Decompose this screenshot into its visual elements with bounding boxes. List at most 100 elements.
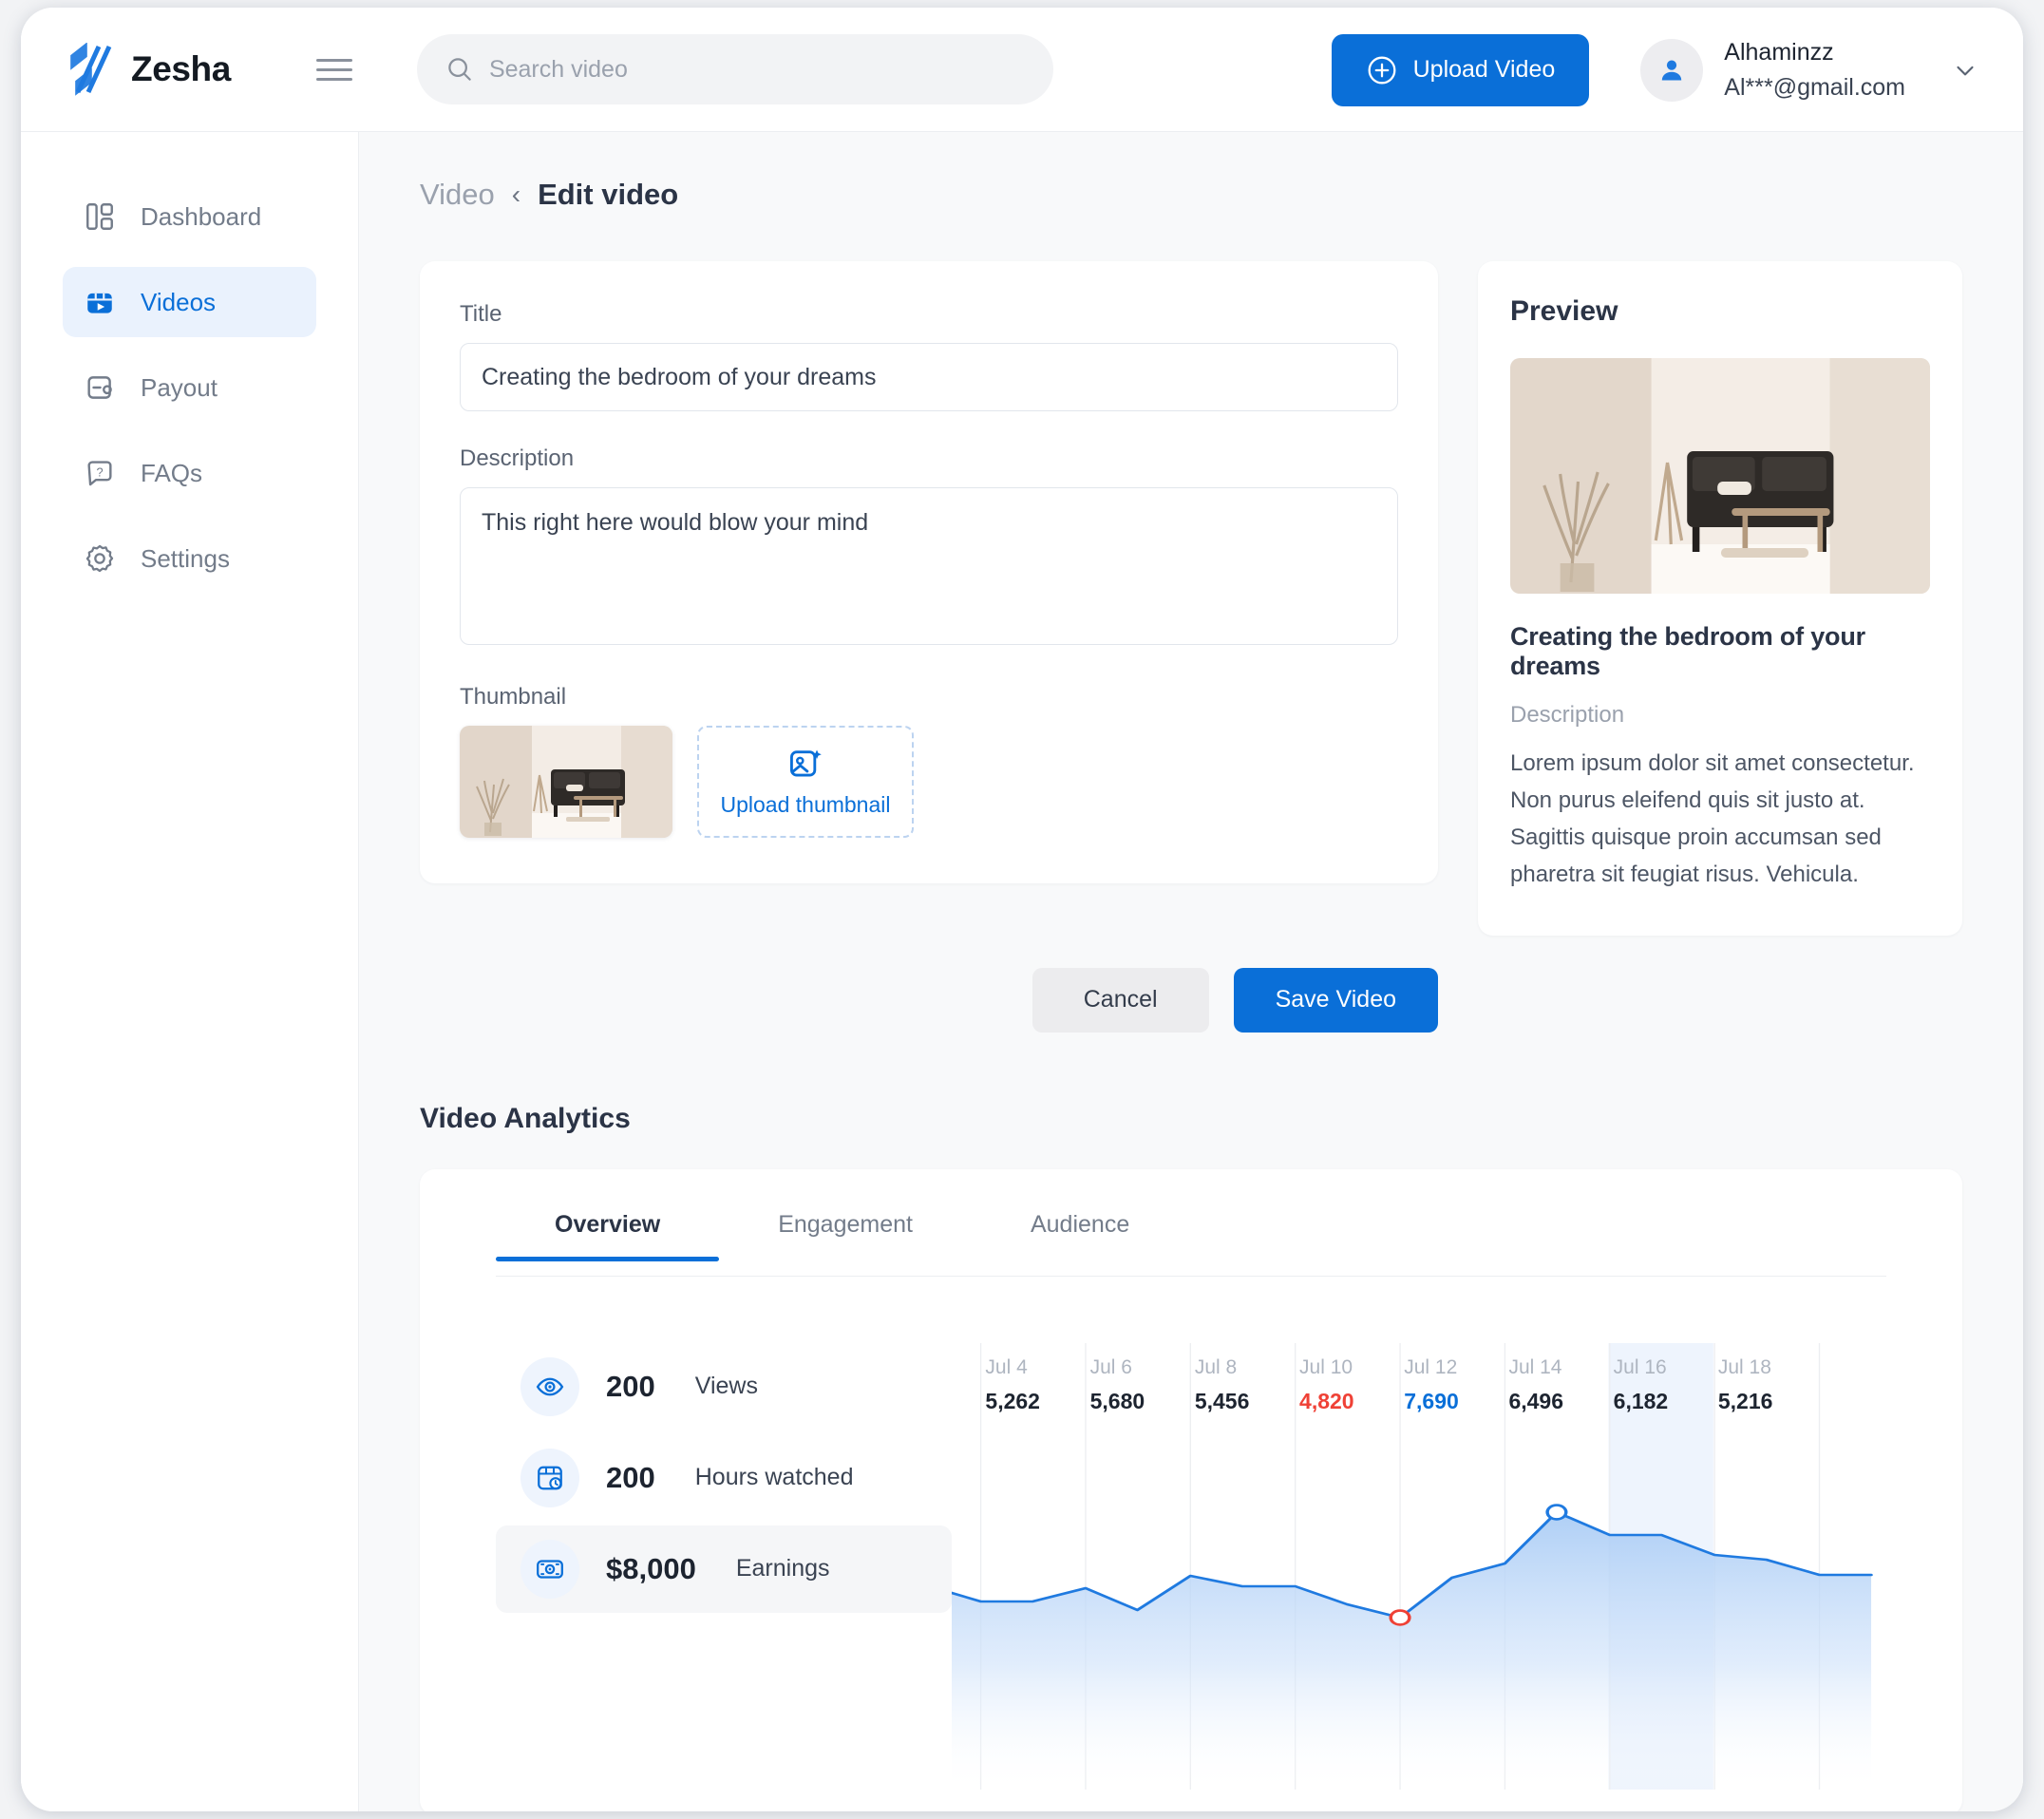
video-icon [87, 293, 112, 313]
metric-value: 200 [606, 1369, 655, 1403]
preview-description-text: Lorem ipsum dolor sit amet consectetur. … [1510, 750, 1915, 887]
chart-value: 5,216 [1717, 1388, 1773, 1413]
metrics-list: 200 Views 200 Hours watched $8,000 Earni… [420, 1343, 952, 1790]
avatar[interactable] [1640, 38, 1704, 102]
metric-label: Hours watched [694, 1464, 854, 1490]
metric-value: 200 [606, 1460, 655, 1494]
chart-value: 5,680 [1089, 1388, 1145, 1413]
sidebar-item-label: Payout [141, 372, 218, 402]
user-email: Al***@gmail.com [1724, 73, 1905, 101]
tab-engagement[interactable]: Engagement [719, 1211, 972, 1261]
question-bubble-icon: ? [87, 461, 112, 486]
thumbnail-preview-image[interactable] [460, 726, 672, 838]
title-input[interactable] [460, 343, 1398, 411]
chart-column-jul-10: Jul 10 4,820 [1299, 1355, 1354, 1413]
breadcrumb: Video ‹ Edit video [420, 178, 1962, 212]
zesha-logo-icon [70, 43, 112, 96]
sidebar: Dashboard Videos Payout ? FAQs Settings [21, 132, 359, 1811]
chart-column-jul-16: Jul 16 6,182 [1613, 1355, 1669, 1413]
upload-video-button[interactable]: Upload Video [1331, 33, 1590, 106]
description-input[interactable]: This right here would blow your mind [460, 487, 1398, 645]
sidebar-item-dashboard[interactable]: Dashboard [63, 181, 316, 252]
breadcrumb-separator-icon: ‹ [511, 180, 521, 209]
sidebar-item-label: Videos [141, 287, 217, 316]
eye-icon-wrap [520, 1356, 579, 1416]
sidebar-item-payout[interactable]: Payout [63, 352, 316, 423]
form-actions: Cancel Save Video [420, 967, 1438, 1033]
title-label: Title [460, 301, 502, 327]
chart-column-labels: Jul 4 5,262 Jul 6 5,680 Jul 8 5,456 Jul … [952, 1343, 1886, 1790]
upload-thumbnail-button[interactable]: Upload thumbnail [697, 726, 914, 838]
app-header: Zesha Upload Video [21, 8, 2023, 132]
preview-panel: Preview Creating the bedroom of your dre… [1478, 261, 1962, 936]
save-video-button[interactable]: Save Video [1233, 967, 1438, 1033]
user-name: Alhaminzz [1724, 39, 1834, 66]
sidebar-item-label: FAQs [141, 458, 203, 487]
chart-value: 6,182 [1613, 1388, 1669, 1413]
metric-label: Views [694, 1373, 758, 1399]
hamburger-icon[interactable] [315, 52, 352, 87]
analytics-body: 200 Views 200 Hours watched $8,000 Earni… [420, 1342, 1962, 1790]
thumbnail-field-group: Thumbnail Upload thumbnail [460, 684, 1398, 838]
analytics-tabs: Overview Engagement Audience [420, 1211, 1962, 1261]
dashboard-icon [86, 203, 113, 230]
chart-column-jul-14: Jul 14 6,496 [1508, 1355, 1564, 1413]
room-photo-icon [460, 726, 672, 838]
sidebar-item-label: Settings [141, 543, 230, 573]
brand-name: Zesha [131, 49, 231, 88]
tab-overview[interactable]: Overview [496, 1211, 720, 1261]
thumbnail-label: Thumbnail [460, 684, 567, 710]
preview-description-label: Description [1510, 702, 1625, 728]
chevron-down-icon[interactable] [1951, 56, 1979, 85]
cancel-button[interactable]: Cancel [1031, 967, 1209, 1033]
app-window: Zesha Upload Video [21, 8, 2023, 1811]
money-icon [537, 1559, 563, 1579]
breadcrumb-parent[interactable]: Video [420, 178, 495, 212]
sidebar-item-label: Dashboard [141, 201, 262, 231]
sidebar-item-settings[interactable]: Settings [63, 523, 316, 594]
views-area-chart: Jul 4 5,262 Jul 6 5,680 Jul 8 5,456 Jul … [952, 1342, 1886, 1790]
chart-value: 7,690 [1404, 1388, 1459, 1413]
metric-views[interactable]: 200 Views [496, 1343, 952, 1431]
chart-value: 6,496 [1508, 1388, 1564, 1413]
tabs-divider [496, 1275, 1886, 1277]
gear-icon [85, 544, 114, 573]
chart-value: 5,456 [1194, 1388, 1250, 1413]
header-right-group: Upload Video Alhaminzz Al***@gmail.com [1331, 8, 1979, 132]
search-input[interactable] [488, 55, 983, 84]
search-icon [448, 58, 471, 81]
upload-video-label: Upload Video [1412, 56, 1556, 83]
chart-column-jul-4: Jul 4 5,262 [985, 1355, 1040, 1413]
analytics-heading: Video Analytics [420, 1102, 631, 1134]
money-icon-wrap [520, 1539, 579, 1599]
metric-earnings[interactable]: $8,000 Earnings [496, 1525, 952, 1613]
user-info[interactable]: Alhaminzz Al***@gmail.com [1724, 35, 1905, 104]
upload-thumbnail-label: Upload thumbnail [720, 791, 891, 817]
sidebar-item-faqs[interactable]: ? FAQs [63, 438, 316, 508]
page-title: Edit video [538, 178, 679, 211]
chart-column-jul-8: Jul 8 5,456 [1194, 1355, 1250, 1413]
description-field-group: Description This right here would blow y… [460, 445, 1398, 650]
chart-column-jul-12: Jul 12 7,690 [1404, 1355, 1459, 1413]
preview-video-thumbnail[interactable] [1510, 358, 1930, 594]
svg-text:?: ? [96, 464, 103, 479]
tab-audience[interactable]: Audience [972, 1211, 1188, 1261]
plus-circle-icon [1368, 56, 1396, 84]
search-bar[interactable] [416, 34, 1053, 104]
user-icon [1662, 60, 1682, 80]
metric-label: Earnings [735, 1555, 830, 1582]
thumbnail-row: Upload thumbnail [460, 726, 1398, 838]
metric-hours-watched[interactable]: 200 Hours watched [496, 1434, 952, 1522]
metric-value: $8,000 [606, 1551, 696, 1585]
chart-column-jul-6: Jul 6 5,680 [1089, 1355, 1145, 1413]
title-field-group: Title [460, 301, 1398, 411]
preview-video-title: Creating the bedroom of your dreams [1510, 622, 1865, 680]
preview-heading: Preview [1510, 295, 1618, 327]
eye-icon [536, 1377, 564, 1395]
chart-value: 4,820 [1299, 1388, 1354, 1413]
clock-window-icon [538, 1466, 562, 1489]
wallet-icon [87, 376, 112, 399]
image-add-icon [790, 748, 822, 777]
sidebar-item-videos[interactable]: Videos [63, 267, 316, 337]
brand-logo[interactable]: Zesha [66, 43, 231, 96]
